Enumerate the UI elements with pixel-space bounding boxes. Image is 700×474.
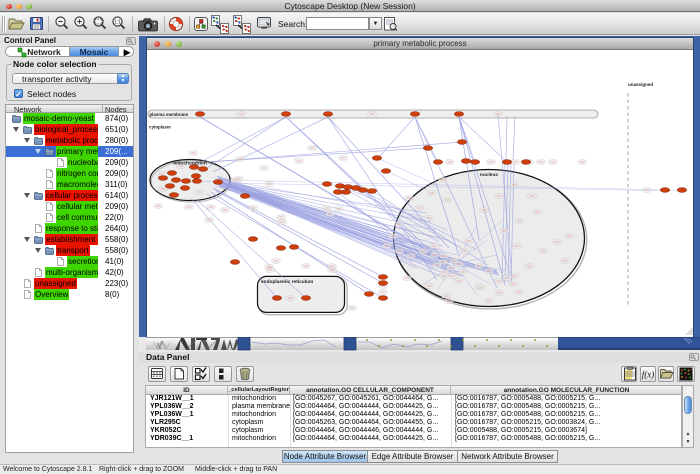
svg-text:plasma membrane: plasma membrane [150, 112, 189, 117]
svg-text:1:1: 1:1 [114, 20, 121, 26]
svg-text:endoplasmic reticulum: endoplasmic reticulum [261, 279, 313, 285]
svg-text:mitochondrion: mitochondrion [173, 161, 207, 167]
svg-text:cytoplasm: cytoplasm [149, 125, 171, 130]
svg-text:unassigned: unassigned [628, 82, 653, 87]
svg-text:nucleus: nucleus [480, 172, 498, 178]
svg-text:f(x): f(x) [642, 370, 655, 380]
